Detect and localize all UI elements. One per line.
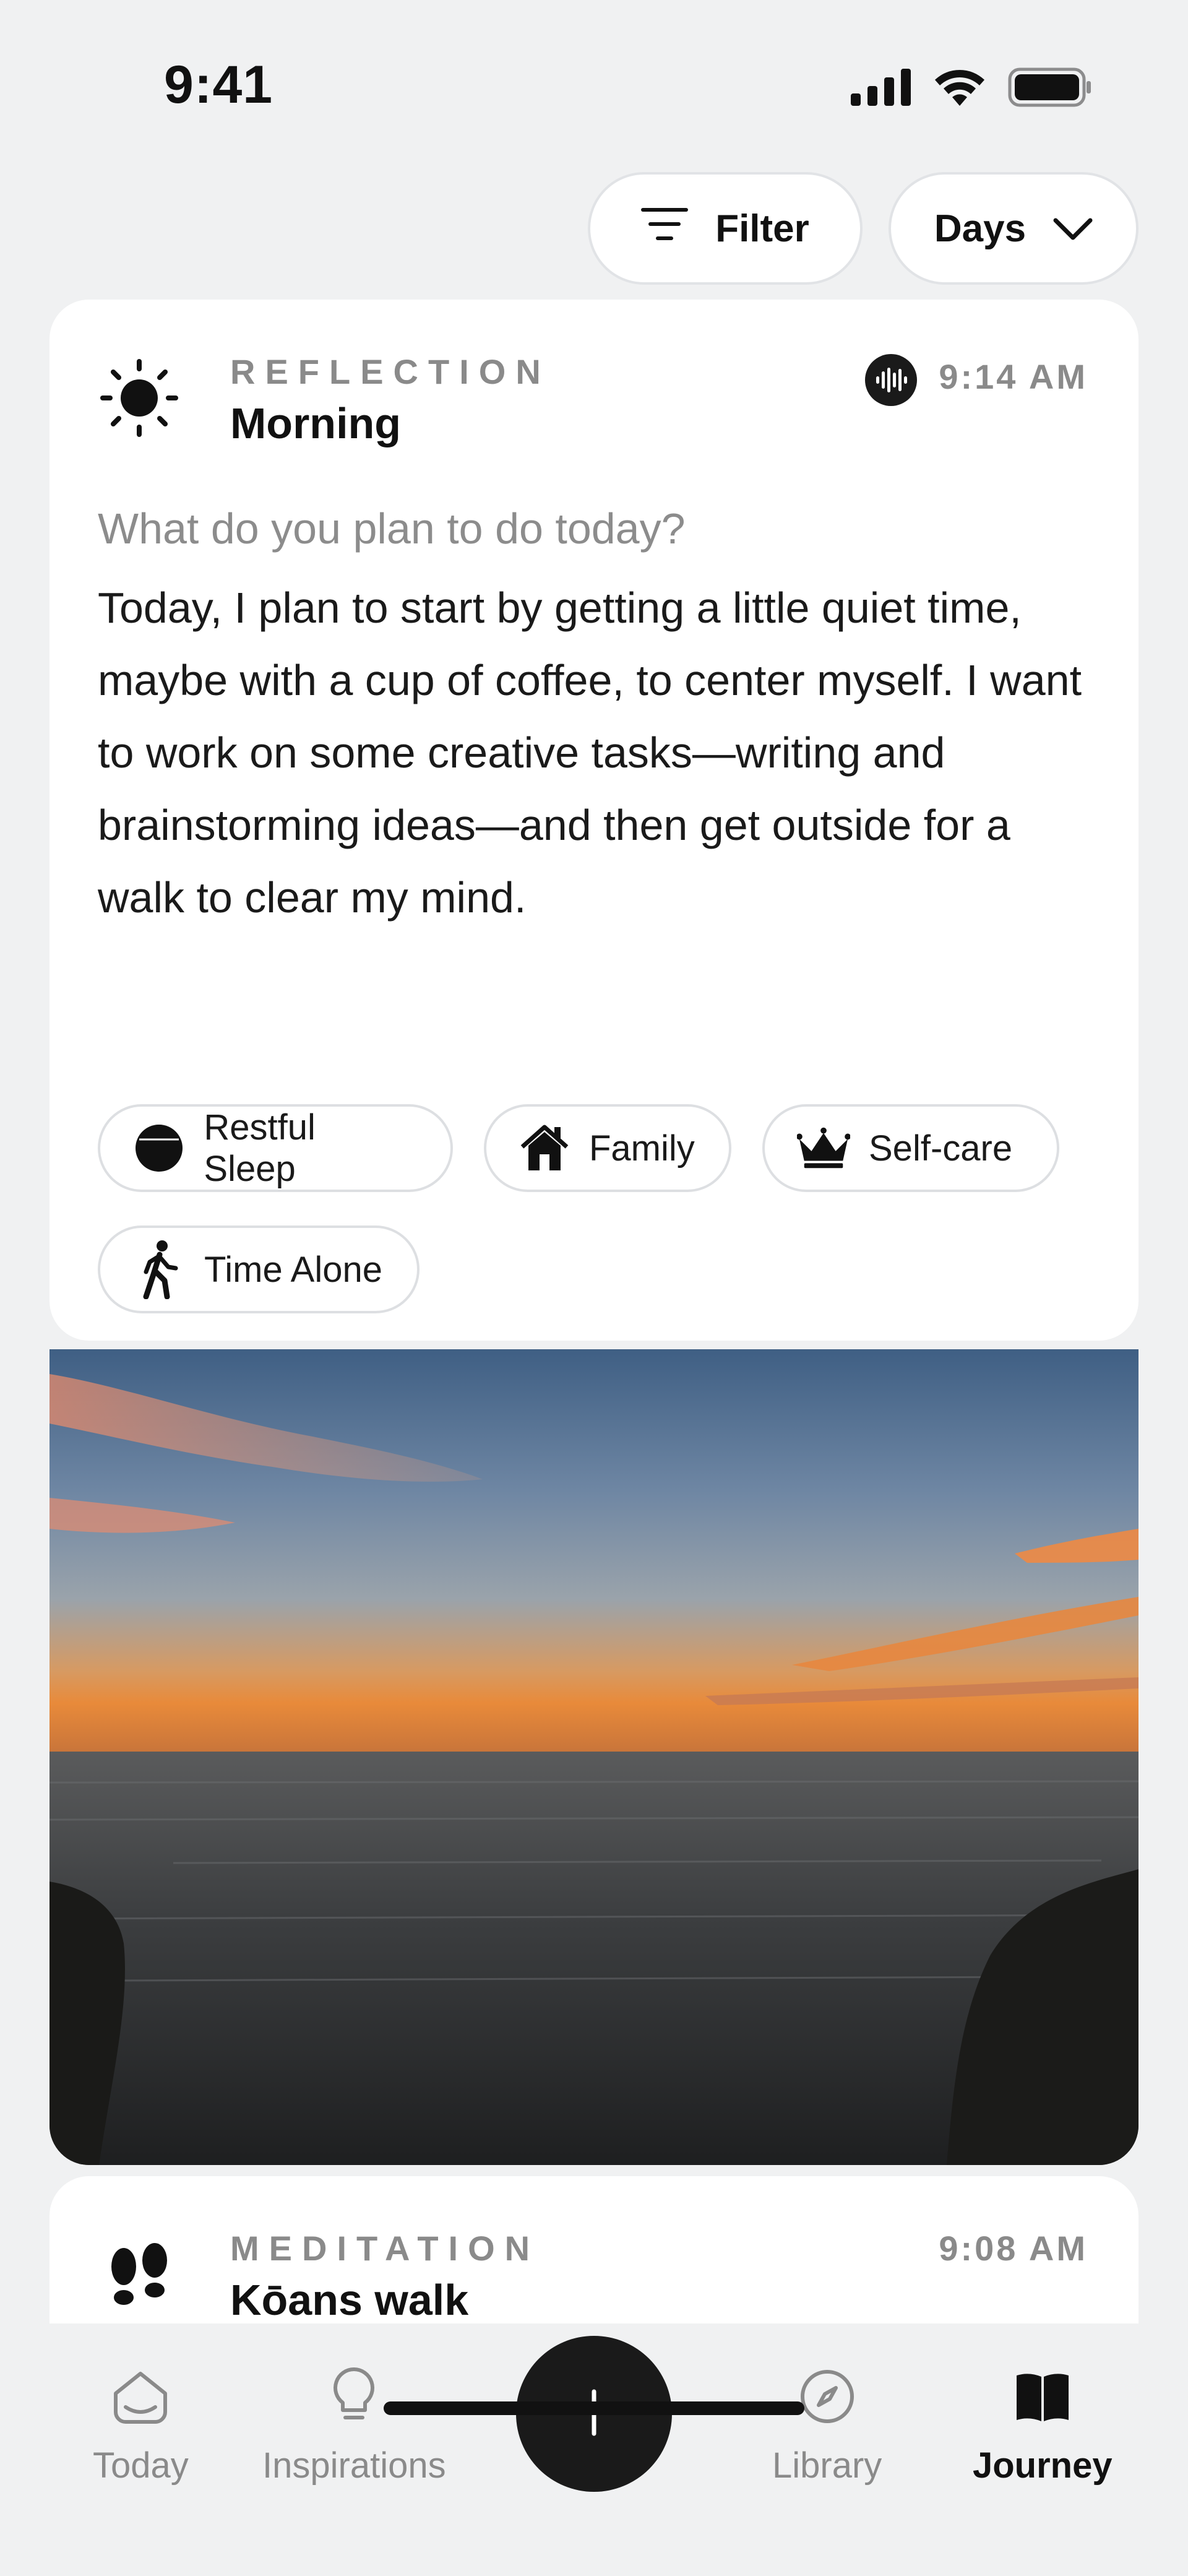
battery-icon xyxy=(1008,67,1092,110)
chevron-down-icon xyxy=(1053,207,1093,251)
tag-time-alone[interactable]: Time Alone xyxy=(98,1225,420,1313)
tag-restful-sleep[interactable]: Restful Sleep xyxy=(98,1104,453,1192)
status-icons xyxy=(851,67,1092,110)
walking-person-icon xyxy=(132,1240,186,1299)
entry-text: Today, I plan to start by getting a litt… xyxy=(98,584,1082,922)
tag-label: Restful Sleep xyxy=(204,1107,316,1189)
entry-title: Kōans walk xyxy=(230,2276,469,2324)
tab-label: Inspirations xyxy=(262,2445,446,2486)
tag-label: Self-care xyxy=(869,1128,1013,1169)
tab-inspirations[interactable]: Inspirations xyxy=(262,2366,446,2486)
status-bar: 9:41 xyxy=(0,0,1188,142)
compass-icon xyxy=(796,2366,858,2427)
audio-recording-icon[interactable] xyxy=(865,354,917,406)
status-time: 9:41 xyxy=(164,55,273,115)
tag-label: Time Alone xyxy=(204,1249,382,1290)
tab-today[interactable]: Today xyxy=(93,2366,189,2486)
tab-bar: Today Inspirations Library Journey xyxy=(0,2323,1188,2576)
book-icon xyxy=(1012,2366,1074,2427)
tag-self-care[interactable]: Self-care xyxy=(762,1104,1059,1192)
home-icon xyxy=(110,2366,171,2427)
entry-time: 9:08 AM xyxy=(939,2229,1088,2268)
cellular-signal-icon xyxy=(851,68,911,109)
entry-type: REFLECTION xyxy=(230,352,551,391)
entry-type: MEDITATION xyxy=(230,2229,540,2268)
filter-button[interactable]: Filter xyxy=(588,172,863,285)
sun-icon xyxy=(99,358,179,438)
tab-label: Library xyxy=(772,2445,882,2486)
entry-title: Morning xyxy=(230,399,402,447)
tag-family[interactable]: Family xyxy=(484,1104,731,1192)
entry-prompt: What do you plan to do today? xyxy=(98,504,686,553)
tab-label: Journey xyxy=(973,2445,1113,2486)
tab-library[interactable]: Library xyxy=(772,2366,882,2486)
entry-photo[interactable] xyxy=(50,1349,1138,2165)
home-indicator xyxy=(384,2401,804,2415)
footprints-icon xyxy=(99,2237,179,2317)
house-icon xyxy=(519,1122,570,1175)
tab-journey[interactable]: Journey xyxy=(973,2366,1113,2486)
tab-label: Today xyxy=(93,2445,189,2486)
half-moon-icon xyxy=(132,1122,185,1175)
wifi-icon xyxy=(932,67,987,110)
tag-label: Family xyxy=(589,1128,695,1169)
lightbulb-icon xyxy=(323,2366,385,2427)
journal-entry-card[interactable]: REFLECTION Morning 9:14 AM What do you p… xyxy=(50,300,1138,1341)
entry-time: 9:14 AM xyxy=(939,357,1088,396)
crown-icon xyxy=(797,1122,850,1175)
filter-icon xyxy=(641,207,689,251)
days-label: Days xyxy=(934,207,1027,250)
days-dropdown[interactable]: Days xyxy=(889,172,1138,285)
filter-label: Filter xyxy=(715,207,809,250)
